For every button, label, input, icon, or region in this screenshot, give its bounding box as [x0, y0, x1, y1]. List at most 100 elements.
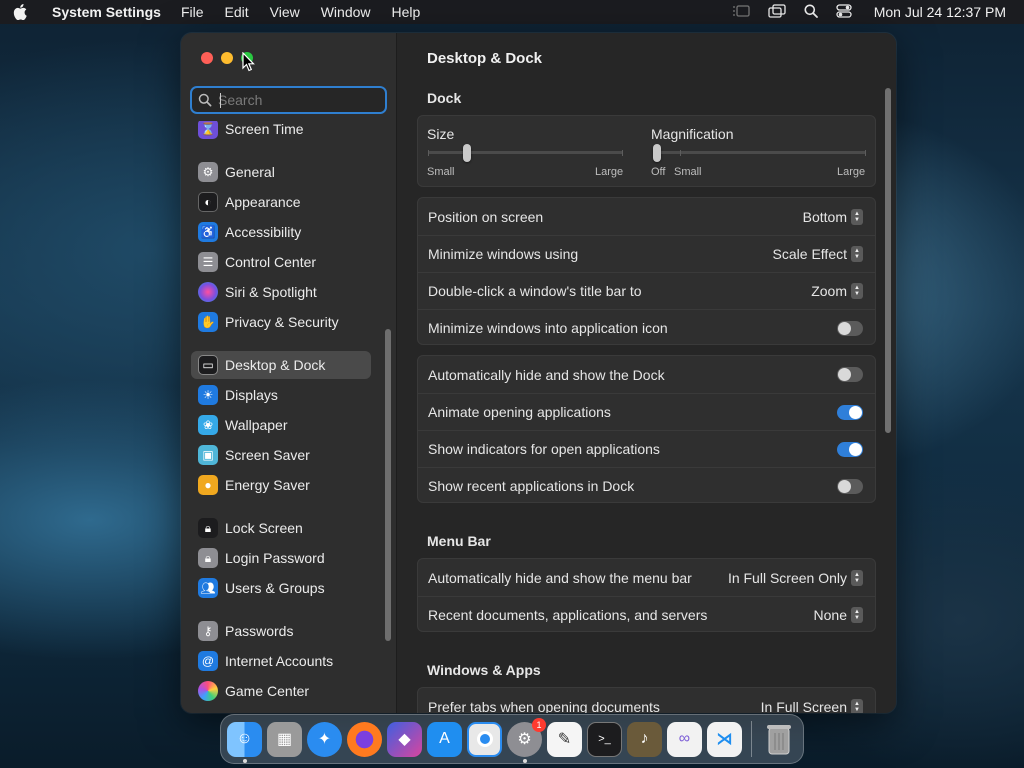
- dock-app-safari[interactable]: ✦: [307, 721, 342, 757]
- sidebar-item-game-center[interactable]: Game Center: [191, 677, 371, 705]
- dock-app-textedit[interactable]: ✎: [547, 721, 582, 757]
- dock-app-trash[interactable]: [761, 722, 796, 757]
- dock-behavior-group: Automatically hide and show the Dock Ani…: [417, 355, 876, 503]
- dock-size-group: Size Small Large Magnification Off Small…: [417, 115, 876, 187]
- show-indicators-toggle[interactable]: [837, 441, 863, 457]
- sidebar: ⌛ Screen Time ⚙ General ◐ Appearance ♿ A…: [181, 33, 397, 713]
- shortcuts-icon: ◆: [398, 731, 411, 748]
- hourglass-icon: ⌛: [198, 121, 218, 139]
- stage-manager-icon[interactable]: [732, 4, 750, 21]
- screen-mirroring-icon[interactable]: [768, 3, 786, 21]
- menubar-clock[interactable]: Mon Jul 24 12:37 PM: [874, 4, 1006, 20]
- sidebar-item-label: Passwords: [225, 623, 294, 639]
- recent-documents-popup[interactable]: None ▲ ▼: [814, 607, 863, 623]
- dock-app-instruments[interactable]: ♪: [627, 721, 662, 757]
- popup-chevrons-icon: ▲ ▼: [851, 569, 863, 586]
- dock-app-chrome[interactable]: [467, 721, 502, 757]
- dock-app-system-settings[interactable]: ⚙ 1: [507, 717, 546, 763]
- hand-icon: ✋: [198, 312, 218, 332]
- control-center-icon[interactable]: [836, 3, 852, 21]
- sidebar-item-label: Desktop & Dock: [225, 357, 326, 373]
- auto-hide-dock-toggle[interactable]: [837, 367, 863, 382]
- dock-app-finder[interactable]: ☺: [227, 721, 262, 763]
- menu-file[interactable]: File: [181, 4, 204, 20]
- sidebar-item-privacy-security[interactable]: ✋ Privacy & Security: [191, 308, 371, 336]
- size-min-label: Small: [427, 166, 455, 178]
- sidebar-item-energy-saver[interactable]: ● Energy Saver: [191, 471, 371, 499]
- sidebar-item-siri-spotlight[interactable]: Siri & Spotlight: [191, 278, 371, 306]
- sidebar-item-passwords[interactable]: ⚷ Passwords: [191, 617, 371, 645]
- search-field[interactable]: [190, 86, 387, 114]
- safari-icon: ✦: [317, 731, 332, 748]
- sidebar-item-screen-saver[interactable]: ▣ Screen Saver: [191, 441, 371, 469]
- minimize-button[interactable]: [221, 52, 233, 64]
- sidebar-item-internet-accounts[interactable]: @ Internet Accounts: [191, 647, 371, 675]
- apple-menu-icon[interactable]: [0, 0, 40, 24]
- vscode-icon: ⋊: [716, 731, 733, 748]
- sidebar-scrollbar[interactable]: [385, 329, 391, 641]
- row-double-click-title-bar: Double-click a window's title bar to Zoo…: [418, 272, 875, 309]
- wallpaper-icon: ❀: [198, 415, 218, 435]
- size-slider-track[interactable]: [428, 151, 623, 154]
- sidebar-item-general[interactable]: ⚙ General: [191, 158, 371, 186]
- sidebar-item-accessibility[interactable]: ♿ Accessibility: [191, 218, 371, 246]
- double-click-popup[interactable]: Zoom ▲ ▼: [811, 283, 863, 299]
- sidebar-item-screen-time[interactable]: ⌛ Screen Time: [191, 121, 371, 143]
- sidebar-item-control-center[interactable]: ☰ Control Center: [191, 248, 371, 276]
- row-show-indicators: Show indicators for open applications: [418, 430, 875, 467]
- sidebar-item-lock-screen[interactable]: 🔒︎ Lock Screen: [191, 514, 371, 542]
- auto-hide-menu-bar-popup[interactable]: In Full Screen Only ▲ ▼: [727, 569, 863, 586]
- menu-help[interactable]: Help: [392, 4, 421, 20]
- row-label: Minimize windows using: [428, 246, 579, 262]
- menu-window[interactable]: Window: [321, 4, 371, 20]
- show-recent-apps-toggle[interactable]: [837, 478, 863, 494]
- sidebar-item-users-groups[interactable]: 👥︎ Users & Groups: [191, 574, 371, 602]
- app-name-menu[interactable]: System Settings: [52, 4, 161, 20]
- menu-edit[interactable]: Edit: [225, 4, 249, 20]
- sidebar-item-label: Users & Groups: [225, 580, 325, 596]
- sidebar-item-appearance[interactable]: ◐ Appearance: [191, 188, 371, 216]
- row-position-on-screen: Position on screen Bottom ▲ ▼: [418, 198, 875, 235]
- dock-app-app-store[interactable]: A: [427, 721, 462, 757]
- row-prefer-tabs: Prefer tabs when opening documents In Fu…: [418, 688, 875, 713]
- sidebar-item-displays[interactable]: ☀ Displays: [191, 381, 371, 409]
- text-caret: [220, 93, 221, 108]
- sidebar-item-label: Siri & Spotlight: [225, 284, 317, 300]
- dock-app-firefox[interactable]: [347, 721, 382, 757]
- sidebar-item-login-password[interactable]: 🔒︎ Login Password: [191, 544, 371, 572]
- menu-view[interactable]: View: [270, 4, 300, 20]
- section-header-windows-apps: Windows & Apps: [427, 662, 541, 678]
- row-label: Recent documents, applications, and serv…: [428, 607, 708, 623]
- dock-app-terminal[interactable]: >_: [587, 721, 622, 757]
- prefer-tabs-popup[interactable]: In Full Screen ▲ ▼: [761, 698, 863, 713]
- spotlight-search-icon[interactable]: [804, 4, 818, 21]
- sidebar-item-label: Control Center: [225, 254, 317, 270]
- content-scrollbar[interactable]: [885, 88, 891, 433]
- dock-app-vscode[interactable]: ⋊: [707, 721, 742, 757]
- sidebar-item-desktop-dock[interactable]: ▭ Desktop & Dock: [191, 351, 371, 379]
- sidebar-item-label: Login Password: [225, 550, 325, 566]
- row-label: Prefer tabs when opening documents: [428, 698, 660, 714]
- magnification-slider-knob[interactable]: [653, 144, 661, 162]
- windows-apps-group: Prefer tabs when opening documents In Fu…: [417, 687, 876, 713]
- dock-app-visual-studio[interactable]: ∞: [667, 721, 702, 757]
- close-button[interactable]: [201, 52, 213, 64]
- popup-chevrons-icon: ▲ ▼: [851, 698, 863, 713]
- minimize-into-icon-toggle[interactable]: [837, 320, 863, 336]
- minimize-effect-popup[interactable]: Scale Effect ▲ ▼: [773, 246, 863, 262]
- row-minimize-using: Minimize windows using Scale Effect ▲ ▼: [418, 235, 875, 272]
- animate-opening-toggle[interactable]: [837, 404, 863, 420]
- search-input[interactable]: [218, 92, 368, 108]
- size-slider-knob[interactable]: [463, 144, 471, 162]
- magnification-slider-track[interactable]: [654, 151, 866, 154]
- position-popup[interactable]: Bottom ▲ ▼: [803, 208, 863, 225]
- sidebar-item-wallpaper[interactable]: ❀ Wallpaper: [191, 411, 371, 439]
- size-label: Size: [427, 126, 455, 142]
- sidebar-item-label: Lock Screen: [225, 520, 303, 536]
- game-center-icon: [198, 681, 218, 701]
- dock-app-launchpad[interactable]: ▦: [267, 721, 302, 757]
- section-header-menu-bar: Menu Bar: [427, 533, 491, 549]
- menu-bar: System Settings File Edit View Window He…: [0, 0, 1024, 24]
- dock-app-shortcuts[interactable]: ◆: [387, 721, 422, 757]
- popup-value: In Full Screen Only: [727, 569, 847, 586]
